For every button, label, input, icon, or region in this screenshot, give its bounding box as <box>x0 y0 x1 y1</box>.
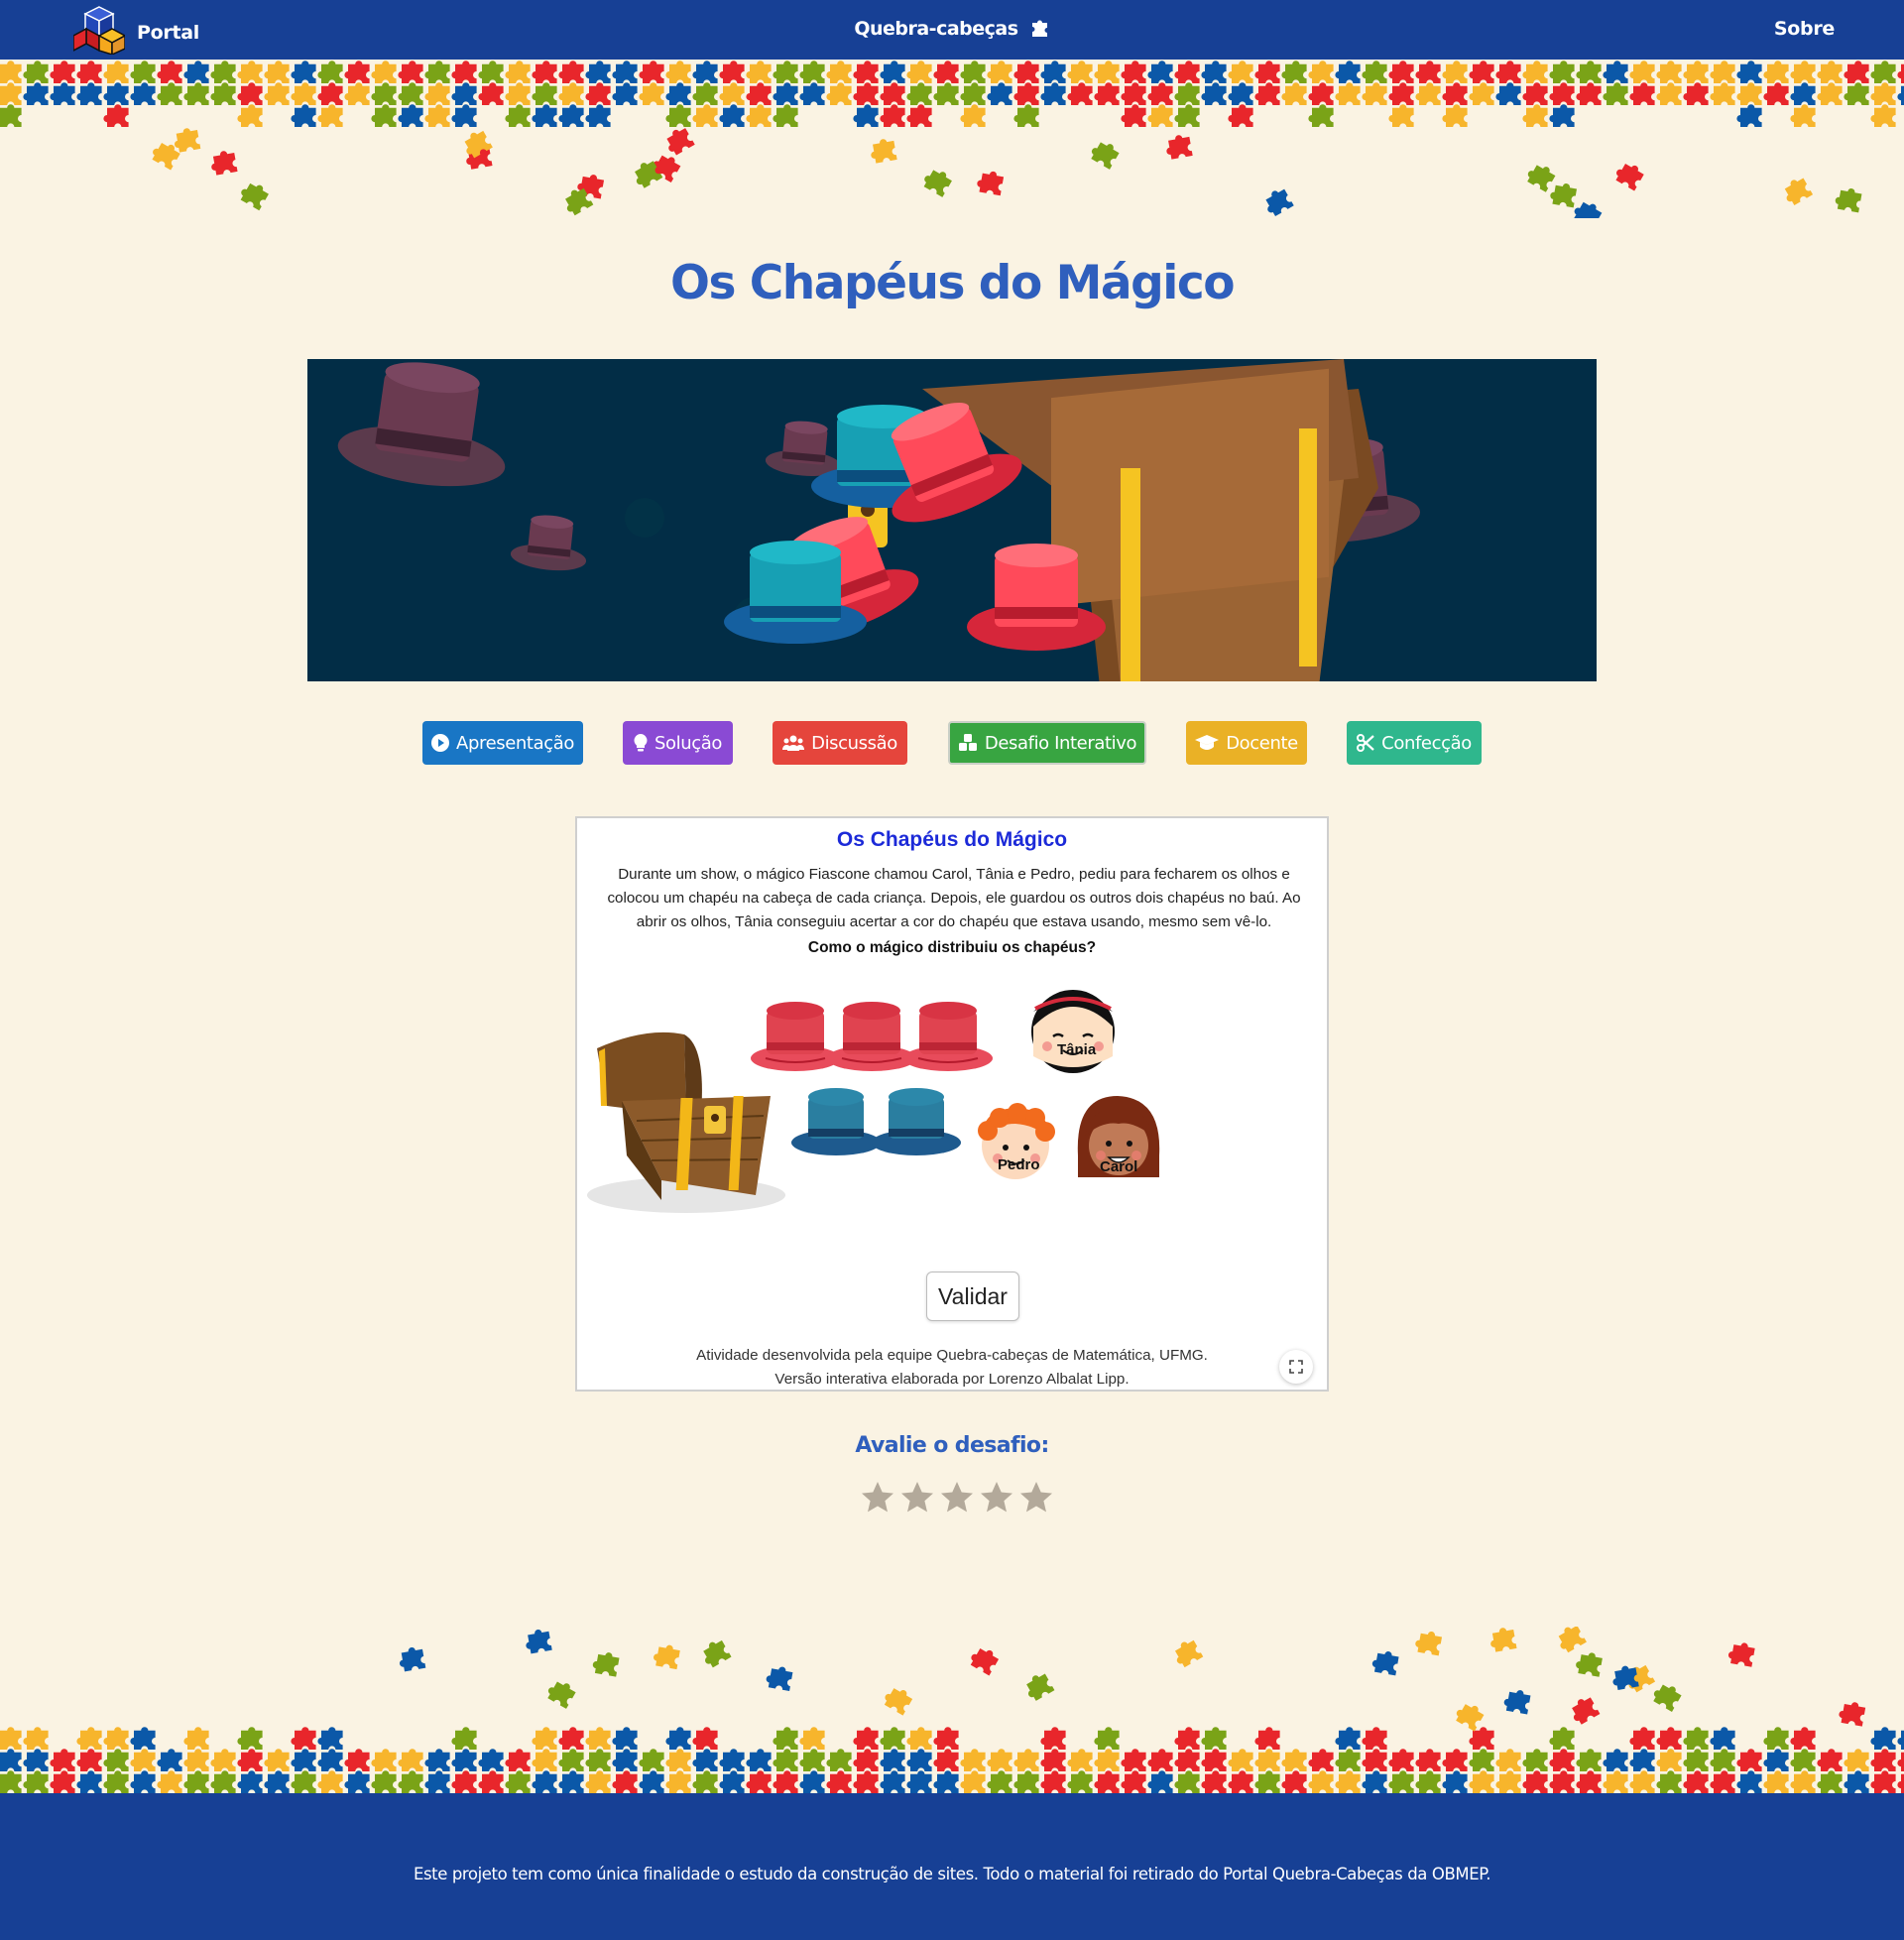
cubes-icon <box>958 734 977 751</box>
puzzle-piece-icon <box>1024 18 1050 40</box>
star-icon-5[interactable] <box>1016 1478 1056 1517</box>
blue-hat-2[interactable] <box>872 1088 961 1155</box>
blue-hat-1[interactable] <box>791 1088 881 1155</box>
activity-credits: Atividade desenvolvida pela equipe Quebr… <box>577 1344 1327 1392</box>
tania-avatar <box>1031 990 1115 1073</box>
validate-button[interactable]: Validar <box>926 1272 1019 1321</box>
lightbulb-icon <box>634 734 648 752</box>
nav-puzzles-link[interactable]: Quebra-cabeças <box>0 18 1904 40</box>
star-icon-2[interactable] <box>897 1478 937 1517</box>
tab-label: Desafio Interativo <box>984 732 1137 754</box>
fullscreen-icon <box>1289 1360 1303 1374</box>
fullscreen-button[interactable] <box>1279 1350 1313 1384</box>
graduation-cap-icon <box>1195 735 1220 750</box>
activity-question: Como o mágico distribuiu os chapéus? <box>807 939 1097 956</box>
star-rating <box>858 1478 1056 1517</box>
red-hat-1[interactable] <box>750 1001 841 1072</box>
star-icon-4[interactable] <box>977 1478 1016 1517</box>
footer-disclaimer: Este projeto tem como única finalidade o… <box>413 1865 1491 1883</box>
tab-docente[interactable]: Docente <box>1186 721 1307 765</box>
nav-puzzles-label: Quebra-cabeças <box>854 18 1018 40</box>
star-icon-1[interactable] <box>858 1478 897 1517</box>
play-circle-icon <box>431 734 450 752</box>
scissors-icon <box>1357 734 1374 752</box>
tab-discussao[interactable]: Discussão <box>773 721 907 765</box>
tab-confeccao[interactable]: Confecção <box>1347 721 1482 765</box>
activity-title: Os Chapéus do Mágico <box>836 828 1068 851</box>
footer: Este projeto tem como única finalidade o… <box>0 1793 1904 1940</box>
red-hat-2[interactable] <box>826 1001 917 1072</box>
puzzle-border-top <box>0 61 1904 218</box>
child-label-carol: Carol <box>1100 1158 1138 1175</box>
puzzle-border-bottom <box>0 1627 1904 1794</box>
section-tabs: Apresentação Solução Discussão Desafio I… <box>0 721 1904 767</box>
tab-solucao[interactable]: Solução <box>623 721 733 765</box>
tab-label: Apresentação <box>456 732 574 754</box>
activity-description: Durante um show, o mágico Fiascone chamo… <box>607 866 1301 930</box>
credit-line-2: Versão interativa elaborada por Lorenzo … <box>774 1371 1130 1388</box>
child-label-tania: Tânia <box>1057 1041 1097 1058</box>
hero-banner <box>307 359 1597 681</box>
tab-label: Solução <box>654 732 722 754</box>
banner-illustration <box>333 359 1423 681</box>
red-hat-3[interactable] <box>902 1001 994 1072</box>
nav-about-link[interactable]: Sobre <box>1774 18 1835 40</box>
activity-board <box>587 990 1160 1213</box>
tab-label: Confecção <box>1381 732 1472 754</box>
tab-label: Docente <box>1226 732 1298 754</box>
child-label-pedro: Pedro <box>998 1156 1040 1173</box>
rating-label: Avalie o desafio: <box>855 1433 1049 1458</box>
credit-line-1: Atividade desenvolvida pela equipe Quebr… <box>696 1347 1208 1364</box>
navbar: Portal Quebra-cabeças Sobre <box>0 0 1904 60</box>
star-icon-3[interactable] <box>937 1478 977 1517</box>
tab-apresentacao[interactable]: Apresentação <box>422 721 583 765</box>
interactive-activity-frame: Os Chapéus do Mágico Durante um show, o … <box>575 816 1329 1392</box>
page-title: Os Chapéus do Mágico <box>670 256 1235 310</box>
tab-desafio-interativo[interactable]: Desafio Interativo <box>948 721 1146 765</box>
tab-label: Discussão <box>811 732 897 754</box>
users-icon <box>782 735 805 751</box>
